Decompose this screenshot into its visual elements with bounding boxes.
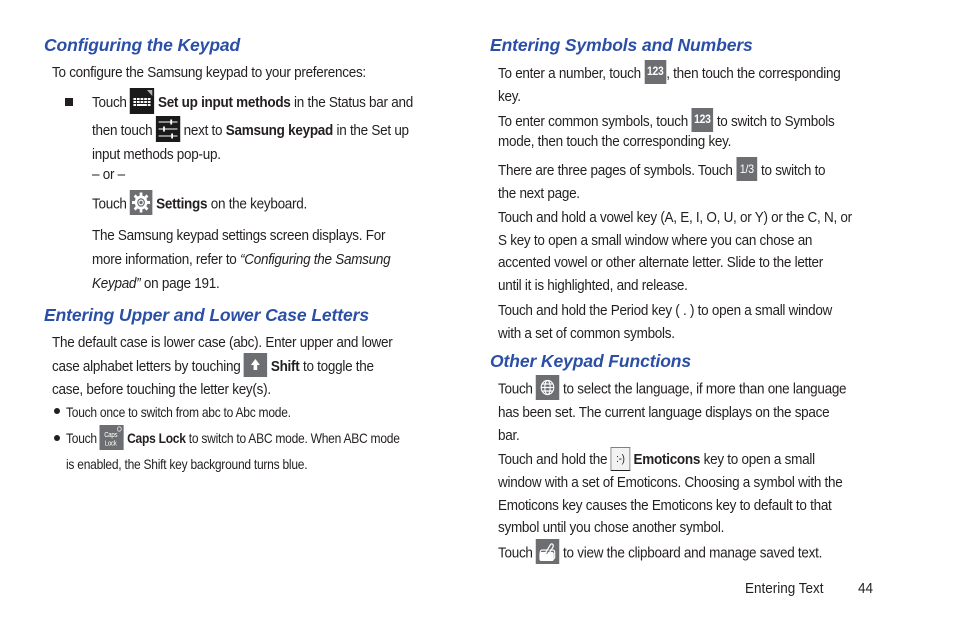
- text: on the keyboard.: [207, 195, 308, 213]
- bullet-caps-lock: Touch Caps Lock Caps Lock to switch to A…: [66, 424, 400, 476]
- text: Touch and hold a vowel key (A, E, I, O, …: [498, 209, 852, 226]
- text: to switch to Symbols: [716, 112, 835, 130]
- symbols-paragraph-5: Touch and hold the Period key ( . ) to o…: [498, 300, 832, 345]
- globe-icon: [536, 375, 560, 400]
- text: To enter common symbols, touch: [498, 112, 692, 130]
- text: until it is highlighted, and release.: [498, 276, 688, 294]
- text: bar.: [498, 426, 520, 444]
- text: in the Status bar and: [290, 93, 413, 111]
- text: then touch: [92, 121, 153, 139]
- text: Touch and hold the: [498, 450, 611, 468]
- footer-page-number: 44: [858, 580, 874, 597]
- text: has been set. The current language displ…: [498, 404, 830, 421]
- bold-term: Emoticons: [633, 450, 701, 468]
- text: more information, refer to: [92, 251, 241, 268]
- caps-lock-label: Caps: [105, 431, 119, 439]
- symbols-paragraph-1: To enter a number, touch 123, then touch…: [498, 60, 841, 109]
- cross-reference-link[interactable]: Keypad”: [92, 275, 141, 292]
- configuring-result: The Samsung keypad settings screen displ…: [92, 224, 391, 296]
- text: Touch: [66, 430, 100, 446]
- text: Touch: [92, 195, 127, 213]
- text: case, before touching the letter key(s).: [52, 380, 271, 398]
- text: S key to open a small window where you c…: [498, 231, 813, 249]
- other-paragraph-2: Touch and hold the :-) Emoticons key to …: [498, 447, 843, 540]
- caps-lock-icon: Caps Lock: [99, 424, 125, 450]
- page-toggle-key: 1/3: [736, 157, 758, 181]
- configuring-step-2: Touch Settings on the keyboard.: [92, 190, 308, 217]
- text: There are three pages of symbols. Touch: [498, 161, 737, 179]
- text: Touch: [498, 544, 537, 562]
- heading-upper-lower-case: Entering Upper and Lower Case Letters: [44, 305, 369, 325]
- heading-configuring-keypad: Configuring the Keypad: [44, 35, 241, 55]
- symbols-paragraph-2: To enter common symbols, touch 123 to sw…: [498, 108, 835, 154]
- heading-other-keypad-functions: Other Keypad Functions: [490, 351, 692, 371]
- text: is enabled, the Shift key background tur…: [66, 455, 308, 472]
- bold-term: Samsung keypad: [225, 121, 334, 139]
- text: The Samsung keypad settings screen displ…: [92, 227, 386, 244]
- text: case alphabet letters by touching: [52, 357, 244, 375]
- text: next to: [183, 121, 226, 139]
- text: to select the language, if more than one…: [563, 380, 847, 398]
- number-key: 123: [644, 60, 667, 84]
- symbols-paragraph-3: There are three pages of symbols. Touch …: [498, 157, 826, 206]
- text: mode, then touch the corresponding key.: [498, 133, 732, 150]
- number-key: 123: [691, 108, 714, 132]
- configuring-step-1: Touch Set up input methods in the Status…: [92, 88, 413, 167]
- gear-icon: [130, 190, 153, 215]
- text: on page 191.: [140, 275, 220, 292]
- caps-lock-label: Lock: [105, 440, 118, 448]
- text: The default case is lower case (abc). En…: [52, 334, 393, 351]
- square-bullet: [65, 98, 73, 106]
- text: to toggle the: [299, 357, 374, 375]
- symbols-paragraph-4: Touch and hold a vowel key (A, E, I, O, …: [498, 207, 852, 297]
- text: to view the clipboard and manage saved t…: [563, 544, 823, 562]
- text: key.: [498, 88, 521, 105]
- text: the next page.: [498, 185, 580, 202]
- text: input methods pop-up.: [92, 146, 221, 163]
- text: accented vowel or other alternate letter…: [498, 254, 823, 271]
- text: Touch and hold the Period key ( . ) to o…: [498, 302, 833, 319]
- text: window with a set of Emoticons. Choosing…: [498, 474, 843, 491]
- text: Touch: [498, 380, 537, 398]
- emoticon-key: :-): [610, 447, 631, 471]
- other-paragraph-3: Touch to view the clipboard and manage s…: [498, 539, 823, 566]
- text: symbol until you chose another symbol.: [498, 519, 725, 536]
- text: to switch to ABC mode. When ABC mode: [185, 430, 400, 446]
- text: to switch to: [760, 161, 826, 179]
- shift-arrow-icon: [243, 352, 268, 377]
- cross-reference-link[interactable]: “Configuring the Samsung: [240, 251, 391, 268]
- footer-section-name: Entering Text: [745, 580, 824, 597]
- keyboard-icon: [130, 88, 155, 114]
- text: , then touch the corresponding: [666, 64, 841, 82]
- clipboard-icon: [536, 539, 560, 564]
- settings-sliders-icon: [155, 116, 181, 142]
- round-bullet: [54, 435, 60, 441]
- heading-symbols-numbers: Entering Symbols and Numbers: [490, 35, 753, 55]
- text: To enter a number, touch: [498, 64, 645, 82]
- bold-term: Set up input methods: [157, 93, 291, 111]
- text: Touch: [92, 93, 127, 111]
- bold-term: Shift: [270, 357, 300, 375]
- text: Emoticons key causes the Emoticons key t…: [498, 496, 832, 514]
- other-paragraph-1: Touch to select the language, if more th…: [498, 375, 847, 447]
- round-bullet: [54, 408, 60, 414]
- upper-lower-paragraph: The default case is lower case (abc). En…: [52, 332, 393, 401]
- text: in the Set up: [333, 121, 409, 139]
- bold-term: Settings: [156, 195, 208, 213]
- bullet-abc-mode: Touch once to switch from abc to Abc mod…: [66, 404, 291, 420]
- or-separator: – or –: [92, 166, 125, 183]
- text: with a set of common symbols.: [498, 324, 675, 342]
- bold-term: Caps Lock: [127, 430, 186, 446]
- configuring-intro: To configure the Samsung keypad to your …: [52, 64, 366, 81]
- text: key to open a small: [700, 450, 815, 468]
